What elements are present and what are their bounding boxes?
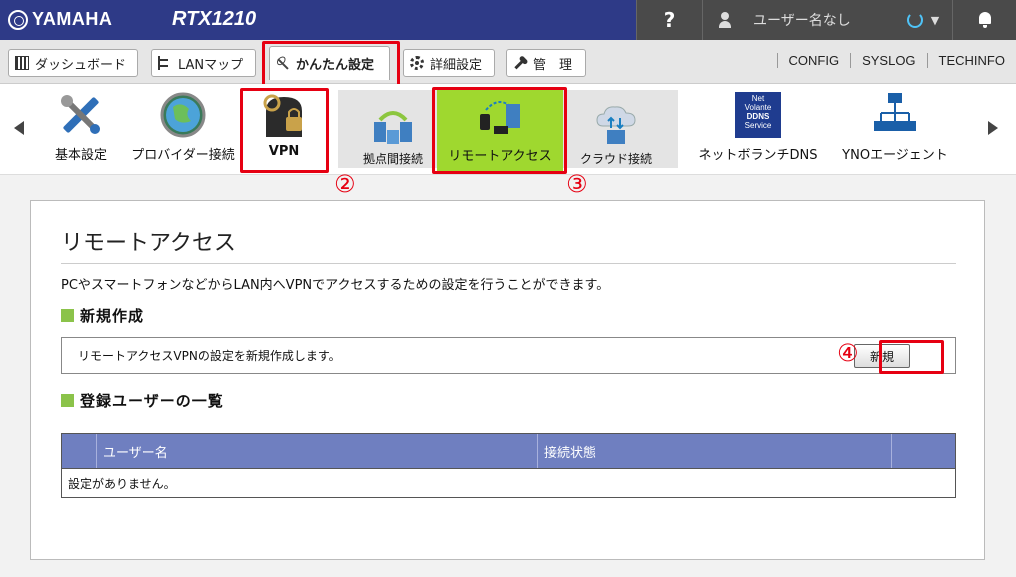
strip-item-site-to-site[interactable]: 拠点間接続 [358, 102, 428, 167]
cloud-icon [593, 102, 639, 148]
magic-wand-icon [273, 54, 293, 74]
strip-item-cloud[interactable]: クラウド接続 [576, 102, 656, 167]
strip-item-vpn[interactable]: VPN [246, 88, 322, 159]
brand-name: YAMAHA [32, 9, 113, 29]
basic-settings-label: 基本設定 [54, 148, 107, 163]
chevron-down-icon[interactable]: ▼ [931, 14, 939, 27]
new-section-heading: 新規作成 [61, 305, 144, 326]
status-spinner-icon [906, 12, 923, 28]
netvolante-dns-label: ネットボランチDNS [698, 148, 818, 163]
content-panel: リモートアクセス PCやスマートフォンなどからLAN内へVPNでアクセスするため… [30, 200, 985, 560]
page-description: PCやスマートフォンなどからLAN内へVPNでアクセスするための設定を行うことが… [61, 278, 610, 293]
users-section-heading: 登録ユーザーの一覧 [61, 390, 224, 411]
brand-area: YAMAHA RTX1210 [0, 0, 636, 40]
globe-icon [159, 88, 207, 142]
new-entry-text: リモートアクセスVPNの設定を新規作成します。 [78, 349, 341, 363]
strip-item-yno-agent[interactable]: YNOエージェント [840, 88, 950, 163]
scroll-left-arrow-icon[interactable] [14, 121, 24, 135]
network-icon [871, 88, 919, 142]
annotation-3: ③ [566, 170, 588, 198]
top-header: YAMAHA RTX1210 ? ユーザー名なし ▼ [0, 0, 1016, 40]
user-icon [719, 12, 731, 28]
yno-agent-label: YNOエージェント [842, 148, 948, 163]
users-table: ユーザー名 接続状態 設定がありません。 [61, 433, 956, 498]
site-to-site-label: 拠点間接続 [362, 152, 423, 166]
model-name: RTX1210 [172, 8, 257, 30]
new-entry-box: リモートアクセスVPNの設定を新規作成します。 [61, 337, 956, 374]
config-link[interactable]: CONFIG [776, 53, 851, 68]
scroll-right-arrow-icon[interactable] [988, 121, 998, 135]
manage-button[interactable]: 管 理 [506, 49, 586, 77]
strip-item-netvolante-dns[interactable]: Net Volante DDNS Service ネットボランチDNS [696, 88, 820, 163]
lanmap-icon [158, 56, 172, 70]
easy-setup-label: かんたん設定 [296, 58, 375, 73]
bell-icon [978, 12, 992, 28]
ddns-icon: Net Volante DDNS Service [735, 88, 781, 142]
dashboard-label: ダッシュボード [35, 57, 127, 73]
empty-table-message: 設定がありません。 [68, 476, 176, 491]
section-marker-icon [61, 394, 74, 407]
user-menu[interactable]: ユーザー名なし ▼ [702, 0, 952, 40]
advanced-label: 詳細設定 [430, 57, 483, 73]
dashboard-button[interactable]: ダッシュボード [8, 49, 138, 77]
column-header-select [62, 434, 97, 468]
dashboard-icon [15, 56, 29, 70]
lanmap-button[interactable]: LANマップ [151, 49, 256, 77]
users-section-title: 登録ユーザーの一覧 [80, 392, 224, 410]
strip-item-remote-access[interactable]: リモートアクセス [437, 89, 563, 171]
top-links: CONFIG SYSLOG TECHINFO [776, 53, 1016, 68]
ddns-badge: Net Volante DDNS Service [735, 92, 781, 138]
user-name: ユーザー名なし [753, 13, 851, 29]
help-icon: ? [663, 8, 676, 32]
column-header-username[interactable]: ユーザー名 [97, 434, 538, 468]
column-header-actions [892, 434, 955, 468]
table-row: 設定がありません。 [62, 468, 955, 497]
strip-item-basic-settings[interactable]: 基本設定 [52, 88, 110, 163]
easy-setup-tab[interactable]: かんたん設定 [269, 46, 390, 80]
annotation-4: ④ [837, 339, 859, 367]
menu-bar: ダッシュボード LANマップ かんたん設定 詳細設定 管 理 CONFIG SY… [0, 40, 1016, 89]
yamaha-logo-icon [8, 10, 28, 30]
tools-icon [57, 88, 105, 142]
category-strip: 基本設定 プロバイダー接続 VPN 拠点間接続 リモートアクセス クラウド接続 … [0, 84, 1016, 175]
lock-key-icon [258, 88, 310, 142]
help-button[interactable]: ? [636, 0, 702, 40]
strip-item-provider[interactable]: プロバイダー接続 [128, 88, 238, 163]
gear-icon [410, 56, 424, 70]
header-actions: ? ユーザー名なし ▼ [636, 0, 1016, 40]
page-title: リモートアクセス [61, 230, 236, 255]
table-header: ユーザー名 接続状態 [62, 434, 955, 468]
cloud-label: クラウド接続 [579, 152, 652, 166]
site-to-site-icon [370, 102, 416, 148]
advanced-settings-button[interactable]: 詳細設定 [403, 49, 495, 77]
lanmap-label: LANマップ [178, 57, 244, 73]
new-button[interactable]: 新規 [854, 344, 910, 368]
title-divider [61, 263, 956, 264]
manage-label: 管 理 [533, 57, 573, 73]
vpn-label: VPN [268, 144, 300, 159]
column-header-status[interactable]: 接続状態 [538, 434, 892, 468]
new-section-title: 新規作成 [80, 307, 145, 325]
wrench-icon [510, 53, 530, 73]
syslog-link[interactable]: SYSLOG [850, 53, 926, 68]
remote-access-icon [476, 93, 524, 143]
notification-button[interactable] [952, 0, 1016, 40]
provider-label: プロバイダー接続 [131, 148, 235, 163]
section-marker-icon [61, 309, 74, 322]
remote-access-label: リモートアクセス [448, 149, 552, 164]
techinfo-link[interactable]: TECHINFO [926, 53, 1016, 68]
annotation-2: ② [334, 170, 356, 198]
